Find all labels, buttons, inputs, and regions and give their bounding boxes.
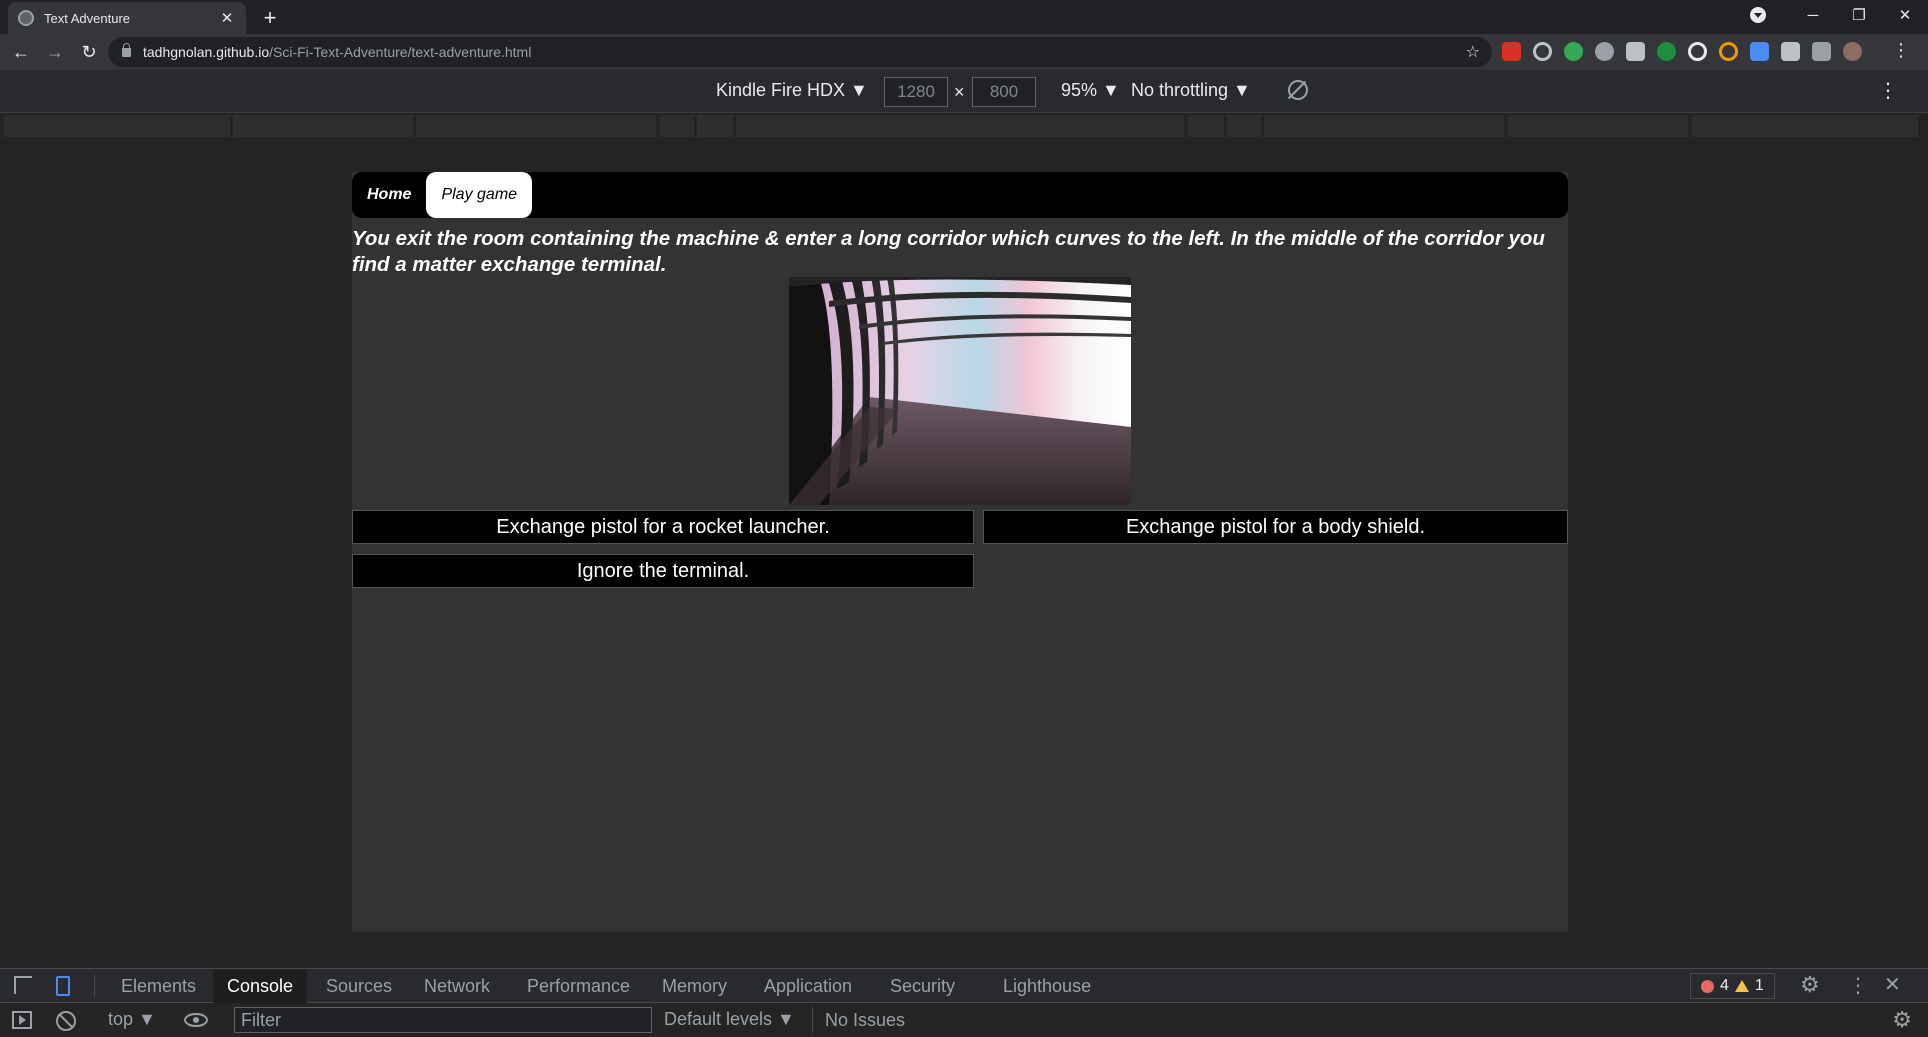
tab-lighthouse[interactable]: Lighthouse xyxy=(989,969,1105,1003)
device-options-icon[interactable]: ⋮ xyxy=(1878,78,1898,103)
game-page: Home Play game You exit the room contain… xyxy=(352,172,1568,932)
media-query-segment[interactable] xyxy=(736,115,1184,137)
media-query-segment[interactable] xyxy=(233,115,413,137)
throttling-select[interactable]: No throttling ▼ xyxy=(1131,80,1251,101)
extension-circle-icon[interactable] xyxy=(1533,42,1552,61)
divider xyxy=(94,975,95,997)
extension-chat-icon[interactable] xyxy=(1626,42,1645,61)
inspect-element-icon[interactable] xyxy=(14,976,32,994)
zoom-select[interactable]: 95% ▼ xyxy=(1061,80,1120,101)
height-field[interactable]: 800 xyxy=(972,77,1036,107)
media-query-segment[interactable] xyxy=(697,115,733,137)
browser-toolbar: ← → ↻ tadhgnolan.github.io /Sci-Fi-Text-… xyxy=(0,34,1928,70)
media-query-segment[interactable] xyxy=(1264,115,1504,137)
extension-b-icon[interactable] xyxy=(1657,42,1676,61)
nav-play-game-link[interactable]: Play game xyxy=(426,172,533,218)
choice-body-shield-button[interactable]: Exchange pistol for a body shield. xyxy=(983,510,1568,544)
extension-s-icon[interactable] xyxy=(1688,42,1707,61)
devtools-tab-bar: Elements Console Sources Network Perform… xyxy=(0,969,1928,1003)
tab-sources[interactable]: Sources xyxy=(312,969,406,1003)
lock-icon[interactable] xyxy=(122,42,131,57)
console-settings-gear-icon[interactable]: ⚙ xyxy=(1892,1007,1912,1033)
address-bar[interactable]: tadhgnolan.github.io /Sci-Fi-Text-Advent… xyxy=(108,37,1492,67)
chrome-menu-icon[interactable]: ⋮ xyxy=(1892,40,1910,61)
tab-performance[interactable]: Performance xyxy=(513,969,644,1003)
url-path: /Sci-Fi-Text-Adventure/text-adventure.ht… xyxy=(269,44,532,60)
media-query-segment[interactable] xyxy=(1227,115,1261,137)
choice-rocket-launcher-button[interactable]: Exchange pistol for a rocket launcher. xyxy=(352,510,974,544)
issues-button[interactable]: No Issues xyxy=(812,1007,905,1033)
tab-network[interactable]: Network xyxy=(410,969,504,1003)
extension-green-icon[interactable] xyxy=(1564,42,1583,61)
game-navbar: Home Play game xyxy=(352,172,1568,218)
console-toolbar: top ▼ Default levels ▼ No Issues ⚙ xyxy=(0,1003,1928,1037)
tab-search-icon[interactable] xyxy=(1750,7,1766,23)
width-field[interactable]: 1280 xyxy=(884,77,948,107)
reload-icon[interactable]: ↻ xyxy=(72,42,106,63)
nav-home-link[interactable]: Home xyxy=(352,172,426,218)
bookmark-star-icon[interactable]: ☆ xyxy=(1466,42,1480,62)
devtools-panel: Elements Console Sources Network Perform… xyxy=(0,968,1928,1037)
device-toolbar: Kindle Fire HDX ▼ 1280 × 800 95% ▼ No th… xyxy=(0,70,1928,113)
error-icon xyxy=(1701,979,1714,993)
extension-cloud-icon[interactable] xyxy=(1595,42,1614,61)
restore-icon[interactable]: ❐ xyxy=(1836,6,1882,24)
corridor-illustration xyxy=(789,277,1131,505)
issue-counts[interactable]: 4 1 xyxy=(1690,973,1775,999)
avatar[interactable] xyxy=(1843,42,1862,61)
device-select[interactable]: Kindle Fire HDX ▼ xyxy=(716,80,868,101)
tab-console[interactable]: Console xyxy=(213,969,308,1003)
tab-security[interactable]: Security xyxy=(876,969,969,1003)
tab-title: Text Adventure xyxy=(44,10,130,26)
tab-application[interactable]: Application xyxy=(750,969,866,1003)
media-query-segment[interactable] xyxy=(4,115,230,137)
emulated-viewport: Home Play game You exit the room contain… xyxy=(0,139,1928,968)
sidebar-toggle-icon[interactable] xyxy=(12,1011,32,1029)
warning-icon xyxy=(1734,980,1749,992)
clear-console-icon[interactable] xyxy=(56,1011,76,1031)
warning-count: 1 xyxy=(1754,977,1764,994)
url-host: tadhgnolan.github.io xyxy=(143,44,270,60)
globe-icon xyxy=(18,10,34,26)
tab-memory[interactable]: Memory xyxy=(648,969,741,1003)
error-count: 4 xyxy=(1720,977,1729,994)
back-icon[interactable]: ← xyxy=(4,42,38,63)
media-query-segment[interactable] xyxy=(416,115,656,137)
dimension-separator: × xyxy=(954,82,965,102)
rotate-icon[interactable] xyxy=(1288,80,1308,100)
settings-gear-icon[interactable]: ⚙ xyxy=(1800,972,1820,998)
story-text: You exit the room containing the machine… xyxy=(352,227,1545,276)
extensions-area xyxy=(1502,42,1862,61)
corridor-image xyxy=(789,277,1131,505)
close-devtools-icon[interactable]: ✕ xyxy=(1884,972,1901,997)
extension-blue-icon[interactable] xyxy=(1750,42,1769,61)
browser-tab[interactable]: Text Adventure ✕ xyxy=(8,2,246,34)
forward-icon[interactable]: → xyxy=(38,42,72,63)
live-expression-eye-icon[interactable] xyxy=(184,1013,208,1027)
media-query-bar xyxy=(0,113,1928,139)
tab-elements[interactable]: Elements xyxy=(107,969,210,1003)
window-controls: ─ ❐ ✕ xyxy=(1750,0,1928,30)
close-tab-icon[interactable]: ✕ xyxy=(218,9,236,27)
browser-tab-strip: Text Adventure ✕ + ─ ❐ ✕ xyxy=(0,0,1928,34)
extension-g-icon[interactable] xyxy=(1719,42,1738,61)
media-query-segment[interactable] xyxy=(1692,115,1918,137)
puzzle-icon[interactable] xyxy=(1781,42,1800,61)
extension-red-icon[interactable] xyxy=(1502,42,1521,61)
device-toggle-icon[interactable] xyxy=(56,976,70,996)
log-levels-select[interactable]: Default levels ▼ xyxy=(664,1009,795,1030)
media-query-segment[interactable] xyxy=(1188,115,1224,137)
close-window-icon[interactable]: ✕ xyxy=(1882,6,1928,24)
media-query-segment[interactable] xyxy=(660,115,694,137)
context-select[interactable]: top ▼ xyxy=(108,1009,156,1030)
devtools-menu-icon[interactable]: ⋮ xyxy=(1848,973,1868,998)
minimize-icon[interactable]: ─ xyxy=(1790,7,1836,24)
reading-list-icon[interactable] xyxy=(1812,42,1831,61)
media-query-segment[interactable] xyxy=(1508,115,1688,137)
new-tab-button[interactable]: + xyxy=(258,5,282,31)
console-filter-input[interactable] xyxy=(234,1007,652,1033)
choice-ignore-terminal-button[interactable]: Ignore the terminal. xyxy=(352,554,974,588)
